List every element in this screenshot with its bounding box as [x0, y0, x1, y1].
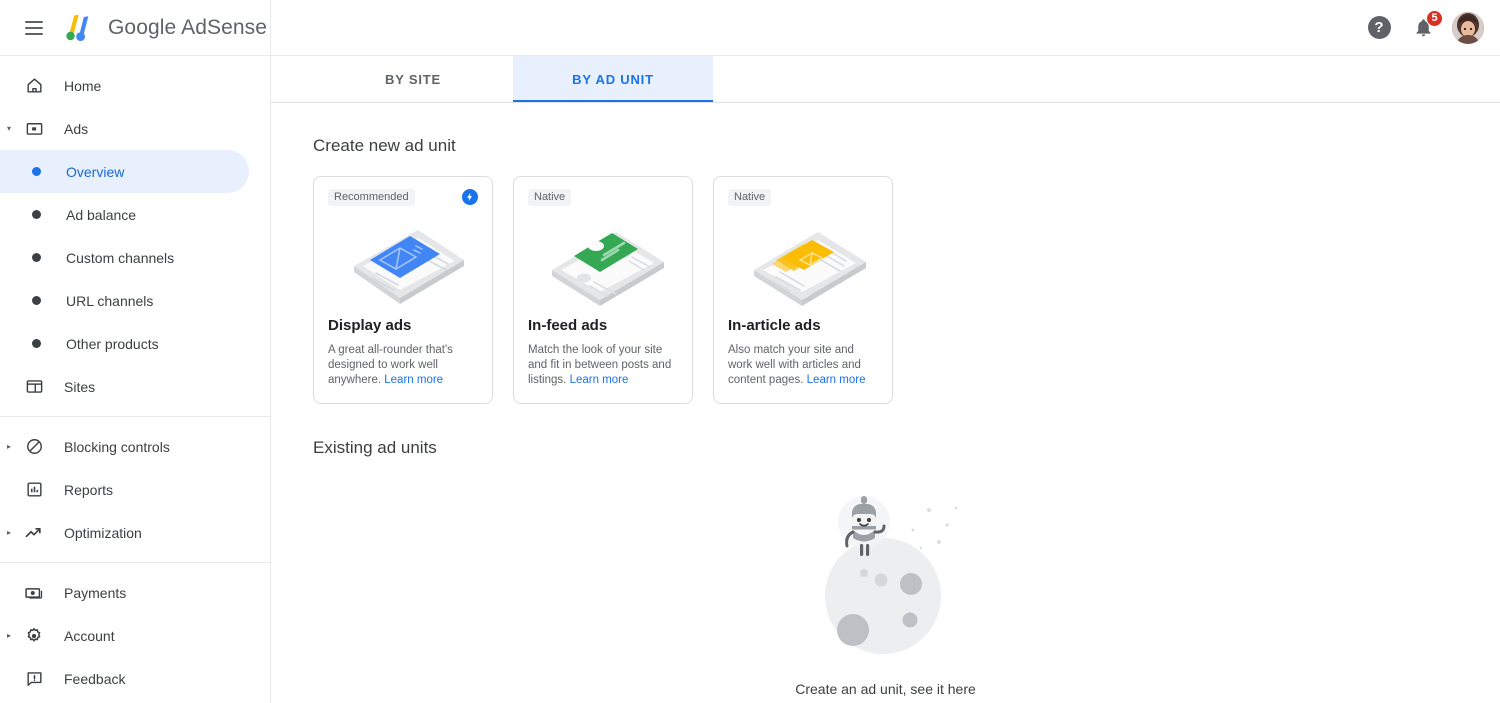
ad-unit-card-display-ads[interactable]: Recommended: [313, 176, 493, 404]
sidebar-item-optimization[interactable]: ▸ Optimization: [0, 511, 270, 554]
sidebar-item-payments[interactable]: Payments: [0, 571, 270, 614]
sidebar-item-label: Optimization: [64, 525, 142, 541]
sidebar-item-label: Blocking controls: [64, 439, 170, 455]
sidebar-item-ads[interactable]: ▾ Ads: [0, 107, 270, 150]
learn-more-link[interactable]: Learn more: [570, 374, 629, 386]
sidebar-item-label: Home: [64, 78, 101, 94]
top-bar-left: Google AdSense: [0, 0, 271, 55]
learn-more-link[interactable]: Learn more: [384, 374, 443, 386]
tab-bar: By site By ad unit: [271, 56, 1500, 103]
sidebar-divider-1: [0, 416, 270, 417]
card-chip: Recommended: [328, 189, 415, 206]
top-bar-right: ? 5: [271, 0, 1500, 55]
card-description: Match the look of your site and fit in b…: [528, 343, 678, 388]
dot-icon: [24, 167, 48, 176]
dot-icon: [24, 253, 48, 262]
block-icon: [22, 435, 46, 459]
card-chip: Native: [528, 189, 571, 206]
sidebar-item-label: URL channels: [66, 293, 153, 309]
in-article-ads-illustration: [728, 207, 878, 313]
sidebar-item-feedback[interactable]: Feedback: [0, 657, 270, 700]
existing-section-heading: Existing ad units: [313, 438, 1458, 458]
card-title: In-feed ads: [528, 317, 678, 334]
bell-icon[interactable]: 5: [1408, 13, 1438, 43]
sidebar-item-home[interactable]: Home: [0, 64, 270, 107]
flash-badge-icon: [462, 189, 478, 205]
top-bar: Google AdSense ? 5: [0, 0, 1500, 56]
avatar[interactable]: [1452, 12, 1484, 44]
body: Home ▾ Ads Overview Ad balance: [0, 56, 1500, 703]
dot-icon: [24, 210, 48, 219]
home-icon: [22, 74, 46, 98]
sidebar-item-label: Account: [64, 628, 115, 644]
sidebar-item-reports[interactable]: Reports: [0, 468, 270, 511]
sidebar-item-label: Payments: [64, 585, 126, 601]
sidebar-item-label: Ads: [64, 121, 88, 137]
ad-unit-card-list: Recommended: [313, 176, 1458, 404]
sidebar-item-label: Overview: [66, 164, 124, 180]
sidebar-item-sites[interactable]: Sites: [0, 365, 270, 408]
tab-by-site[interactable]: By site: [313, 56, 513, 102]
sidebar-item-label: Sites: [64, 379, 95, 395]
brand[interactable]: Google AdSense: [64, 13, 267, 43]
card-top-row: Recommended: [328, 189, 478, 205]
ad-unit-card-in-article-ads[interactable]: Native: [713, 176, 893, 404]
ad-unit-card-in-feed-ads[interactable]: Native: [513, 176, 693, 404]
adsense-app: Google AdSense ? 5: [0, 0, 1500, 703]
payments-icon: [22, 581, 46, 605]
card-top-row: Native: [728, 189, 878, 205]
in-feed-ads-illustration: [528, 207, 678, 313]
chevron-right-icon[interactable]: ▸: [2, 528, 16, 537]
card-title: Display ads: [328, 317, 478, 334]
sidebar-divider-2: [0, 562, 270, 563]
sidebar-item-label: Other products: [66, 336, 159, 352]
card-top-row: Native: [528, 189, 678, 205]
gear-icon: [22, 624, 46, 648]
create-section-heading: Create new ad unit: [313, 136, 1458, 156]
feedback-icon: [22, 667, 46, 691]
main-content: By site By ad unit Create new ad unit Re…: [271, 56, 1500, 703]
sidebar-item-overview[interactable]: Overview: [0, 150, 249, 193]
learn-more-link[interactable]: Learn more: [807, 374, 866, 386]
sidebar-item-other-products[interactable]: Other products: [0, 322, 270, 365]
adsense-logo-icon: [64, 13, 98, 43]
sidebar-item-url-channels[interactable]: URL channels: [0, 279, 270, 322]
sidebar: Home ▾ Ads Overview Ad balance: [0, 56, 271, 703]
sites-icon: [22, 375, 46, 399]
brand-name: Google AdSense: [108, 16, 267, 40]
content-area: Create new ad unit Recommended: [271, 103, 1500, 703]
notification-badge: 5: [1426, 10, 1443, 27]
chevron-down-icon[interactable]: ▾: [2, 124, 16, 133]
chevron-right-icon[interactable]: ▸: [2, 442, 16, 451]
ads-icon: [22, 117, 46, 141]
card-chip: Native: [728, 189, 771, 206]
sidebar-item-account[interactable]: ▸ Account: [0, 614, 270, 657]
sidebar-item-blocking-controls[interactable]: ▸ Blocking controls: [0, 425, 270, 468]
empty-state-text: Create an ad unit, see it here: [795, 681, 976, 697]
help-icon[interactable]: ?: [1364, 13, 1394, 43]
card-description: Also match your site and work well with …: [728, 343, 878, 388]
help-glyph: ?: [1368, 16, 1391, 39]
card-title: In-article ads: [728, 317, 878, 334]
trending-up-icon: [22, 521, 46, 545]
dot-icon: [24, 296, 48, 305]
tab-by-ad-unit[interactable]: By ad unit: [513, 56, 713, 102]
sidebar-item-ad-balance[interactable]: Ad balance: [0, 193, 270, 236]
sidebar-item-label: Ad balance: [66, 207, 136, 223]
reports-icon: [22, 478, 46, 502]
sidebar-item-label: Feedback: [64, 671, 125, 687]
hamburger-menu-icon[interactable]: [14, 8, 54, 48]
sidebar-item-label: Custom channels: [66, 250, 174, 266]
empty-state: Create an ad unit, see it here: [313, 480, 1458, 697]
display-ads-illustration: [328, 207, 478, 313]
dot-icon: [24, 339, 48, 348]
sidebar-item-custom-channels[interactable]: Custom channels: [0, 236, 270, 279]
robot-on-moon-illustration: [801, 480, 971, 665]
sidebar-item-label: Reports: [64, 482, 113, 498]
card-description: A great all-rounder that's designed to w…: [328, 343, 478, 388]
chevron-right-icon[interactable]: ▸: [2, 631, 16, 640]
